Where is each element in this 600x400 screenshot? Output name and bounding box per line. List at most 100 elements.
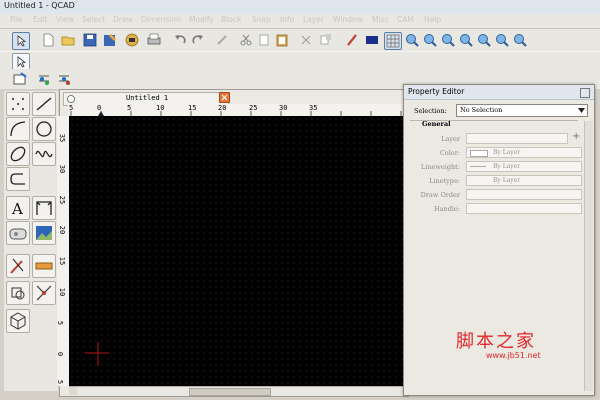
- polyline-tool-button[interactable]: [6, 167, 30, 191]
- panel-close-button[interactable]: [580, 88, 590, 98]
- print-preview-icon: [125, 33, 139, 47]
- color-swatch: [470, 150, 488, 157]
- red-pen-icon: [347, 34, 357, 46]
- lineweight-dropdown[interactable]: By Layer: [466, 161, 582, 172]
- zoom-auto-icon: [442, 34, 455, 47]
- save-as-button[interactable]: [102, 32, 118, 48]
- linetype-dropdown[interactable]: By Layer: [466, 175, 582, 186]
- menu-draw[interactable]: Draw: [113, 15, 133, 24]
- zoom-out-button[interactable]: [422, 32, 438, 48]
- v-tick-label: 20: [58, 225, 67, 235]
- selection-dropdown[interactable]: No Selection: [456, 104, 588, 117]
- snap-endpoint-button[interactable]: [56, 71, 72, 87]
- menu-info[interactable]: Info: [280, 15, 294, 24]
- horizontal-scrollbar[interactable]: [69, 386, 407, 396]
- arc-tool-button[interactable]: [6, 117, 30, 141]
- draw-line-tool-button[interactable]: [214, 32, 230, 48]
- menu-layer[interactable]: Layer: [303, 15, 324, 24]
- zoom-auto-button[interactable]: [440, 32, 456, 48]
- snap-endpoint-icon: [59, 75, 70, 85]
- menu-cam[interactable]: CAM: [397, 15, 414, 24]
- snap-grid-button[interactable]: [36, 71, 52, 87]
- block-tool-button[interactable]: [6, 281, 30, 305]
- color-dropdown[interactable]: By Layer: [466, 147, 582, 158]
- menu-file[interactable]: File: [10, 15, 23, 24]
- copy-reference-button[interactable]: [318, 32, 334, 48]
- new-file-button[interactable]: [40, 32, 56, 48]
- color-fill-button[interactable]: [364, 32, 380, 48]
- zoom-window-button[interactable]: [476, 32, 492, 48]
- circle-icon: [36, 121, 52, 137]
- menu-snap[interactable]: Snap: [252, 15, 271, 24]
- scrollbar-thumb[interactable]: [189, 388, 271, 396]
- modify-icon: [10, 258, 24, 274]
- scroll-left-arrow-icon[interactable]: [69, 387, 77, 395]
- open-file-button[interactable]: [60, 32, 76, 48]
- cut-button[interactable]: [238, 32, 254, 48]
- measure-tool-button[interactable]: [32, 254, 56, 278]
- modify-tool-button[interactable]: [6, 254, 30, 278]
- linetype-value: By Layer: [493, 177, 521, 184]
- paste-button[interactable]: [274, 32, 290, 48]
- pencil-icon: [217, 35, 227, 45]
- snap-free-button[interactable]: [12, 71, 28, 87]
- draw-order-field[interactable]: [466, 189, 582, 200]
- watermark-text: 脚本之家: [456, 331, 536, 352]
- property-editor-titlebar: Property Editor: [404, 85, 594, 100]
- menu-block[interactable]: Block: [221, 15, 241, 24]
- lineweight-label: Lineweight:: [420, 163, 460, 171]
- linetype-label: Linetype:: [429, 177, 460, 185]
- zoom-pan-button[interactable]: [512, 32, 528, 48]
- watermark: 脚本之家 www.jb51.net: [452, 327, 592, 367]
- hatch-tool-button[interactable]: [6, 221, 30, 245]
- circle-tool-button[interactable]: [32, 117, 56, 141]
- pen-button[interactable]: [344, 32, 360, 48]
- snap-tool-button[interactable]: [32, 281, 56, 305]
- spline-tool-button[interactable]: [32, 142, 56, 166]
- image-tool-button[interactable]: [32, 221, 56, 245]
- selection-value: No Selection: [460, 106, 503, 114]
- grid-toggle-button[interactable]: [384, 32, 402, 50]
- line-tool-button[interactable]: [32, 92, 56, 116]
- v-tick-label: 30: [58, 164, 67, 174]
- 3d-view-tool-button[interactable]: [6, 309, 30, 333]
- save-button[interactable]: [82, 32, 98, 48]
- print-preview-button[interactable]: [124, 32, 140, 48]
- zoom-pan-icon: [514, 34, 527, 47]
- handle-label: Handle:: [433, 205, 460, 213]
- tool-palette: A: [4, 91, 58, 391]
- menu-dimension[interactable]: Dimension: [141, 15, 181, 24]
- menu-view[interactable]: View: [56, 15, 74, 24]
- select-pointer-button[interactable]: [12, 32, 30, 50]
- v-tick-label: 25: [58, 195, 67, 205]
- close-document-button[interactable]: [219, 92, 230, 103]
- text-tool-button[interactable]: A: [6, 196, 30, 220]
- window-title: Untitled 1 - QCAD: [4, 1, 75, 10]
- print-button[interactable]: [146, 32, 162, 48]
- copy-button[interactable]: [256, 32, 272, 48]
- redo-button[interactable]: [190, 32, 206, 48]
- undo-button[interactable]: [172, 32, 188, 48]
- ellipse-tool-button[interactable]: [6, 142, 30, 166]
- copy-reference-icon: [320, 34, 331, 45]
- menu-edit[interactable]: Edit: [33, 15, 48, 24]
- points-tool-button[interactable]: [6, 92, 30, 116]
- points-icon: [12, 98, 24, 110]
- layer-field[interactable]: [466, 133, 568, 144]
- redo-icon: [192, 35, 203, 44]
- menu-help[interactable]: Help: [424, 15, 441, 24]
- plus-icon[interactable]: +: [572, 131, 580, 142]
- dimension-tool-button[interactable]: [32, 196, 56, 220]
- drawing-canvas[interactable]: [69, 116, 407, 386]
- save-icon: [83, 33, 97, 47]
- zoom-previous-button[interactable]: [458, 32, 474, 48]
- cut-reference-button[interactable]: [298, 32, 314, 48]
- draw-order-label: Draw Order: [420, 191, 460, 199]
- zoom-in-button[interactable]: [404, 32, 420, 48]
- menu-select[interactable]: Select: [82, 15, 105, 24]
- menu-misc[interactable]: Misc: [372, 15, 389, 24]
- menu-window[interactable]: Window: [333, 15, 363, 24]
- zoom-selection-button[interactable]: [494, 32, 510, 48]
- menu-modify[interactable]: Modify: [189, 15, 214, 24]
- tool-options-toolbar: [0, 51, 600, 71]
